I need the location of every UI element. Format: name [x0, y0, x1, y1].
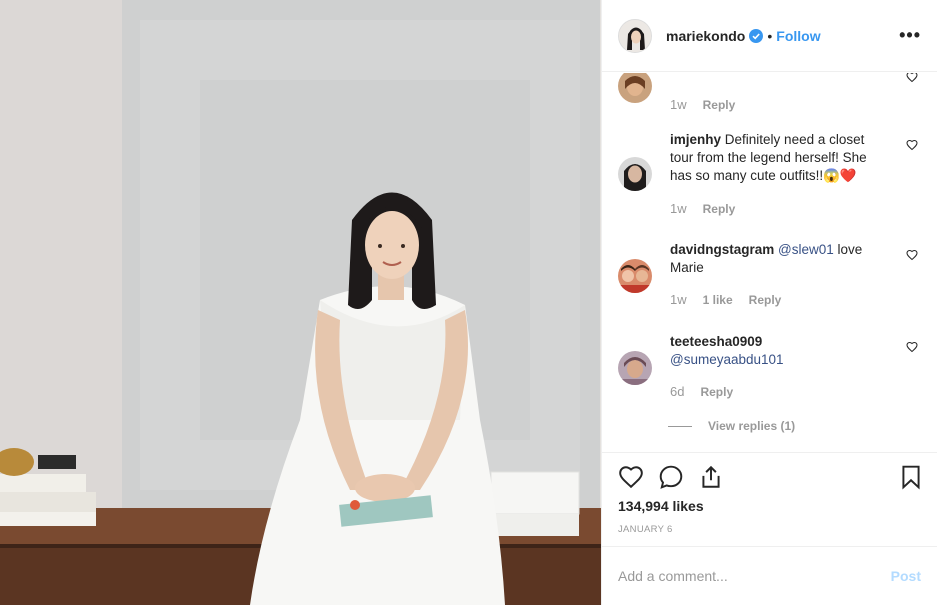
comment-username[interactable]: imjenhy: [670, 132, 721, 147]
commenter-avatar-image: [618, 157, 652, 191]
comment-meta: 1w Reply: [670, 201, 751, 216]
comment-username[interactable]: davidngstagram: [670, 242, 774, 257]
header-separator: •: [767, 27, 773, 44]
comment-item: teeteesha0909 @sumeyaabdu101 6d Reply: [618, 331, 918, 411]
verified-badge-icon: [749, 28, 764, 43]
commenter-avatar[interactable]: [618, 73, 652, 103]
reply-button[interactable]: Reply: [749, 293, 782, 307]
commenter-avatar[interactable]: [618, 157, 652, 191]
comment-item: 1w Reply: [618, 73, 918, 119]
comment-like-icon[interactable]: [906, 139, 918, 151]
comment-text: teeteesha0909 @sumeyaabdu101: [670, 333, 885, 369]
more-options-button[interactable]: •••: [899, 25, 921, 46]
comment-meta: 6d Reply: [670, 384, 749, 399]
comment-mention[interactable]: @sumeyaabdu101: [670, 352, 784, 367]
author-avatar[interactable]: [618, 18, 652, 53]
post-photo[interactable]: [0, 0, 601, 605]
reply-button[interactable]: Reply: [700, 385, 733, 399]
commenter-avatar-image: [618, 351, 652, 385]
reply-button[interactable]: Reply: [703, 98, 736, 112]
post-date[interactable]: JANUARY 6: [618, 524, 673, 535]
add-comment-input[interactable]: [618, 568, 891, 584]
commenter-avatar-image: [618, 259, 652, 293]
author-avatar-image: [619, 19, 651, 52]
post-actions: 134,994 likes JANUARY 6: [602, 452, 937, 546]
comment-like-icon[interactable]: [906, 73, 918, 83]
comment-likes-count[interactable]: 1 like: [703, 293, 733, 307]
photo-illustration: [0, 0, 601, 605]
view-replies-button[interactable]: View replies (1): [668, 419, 795, 433]
comment-text: davidngstagram @slew01 love Marie: [670, 241, 885, 277]
post-header: mariekondo • Follow •••: [602, 0, 937, 72]
comment-time: 6d: [670, 384, 685, 399]
post-comment-button[interactable]: Post: [891, 568, 921, 584]
commenter-avatar[interactable]: [618, 351, 652, 385]
commenter-avatar[interactable]: [618, 259, 652, 293]
comment-meta: 1w Reply: [670, 97, 751, 112]
post-side-panel: mariekondo • Follow ••• 1w Reply imjenhy…: [601, 0, 937, 605]
comment-time: 1w: [670, 292, 687, 307]
comment-time: 1w: [670, 97, 687, 112]
comment-like-icon[interactable]: [906, 341, 918, 353]
instagram-post-view: mariekondo • Follow ••• 1w Reply imjenhy…: [0, 0, 937, 605]
comment-text: imjenhy Definitely need a closet tour fr…: [670, 131, 885, 185]
share-icon[interactable]: [698, 464, 724, 490]
author-username[interactable]: mariekondo: [666, 28, 745, 44]
commenter-avatar-image: [618, 73, 652, 103]
add-comment-bar: Post: [602, 546, 937, 605]
comment-username[interactable]: teeteesha0909: [670, 333, 885, 351]
comment-bubble-icon[interactable]: [658, 464, 684, 490]
view-replies-label: View replies (1): [708, 419, 796, 433]
comments-list[interactable]: 1w Reply imjenhy Definitely need a close…: [602, 73, 937, 452]
comment-time: 1w: [670, 201, 687, 216]
action-icons-row: [618, 464, 922, 490]
reply-button[interactable]: Reply: [703, 202, 736, 216]
like-heart-icon[interactable]: [618, 464, 644, 490]
save-bookmark-icon[interactable]: [898, 464, 924, 490]
comment-like-icon[interactable]: [906, 249, 918, 261]
comment-meta: 1w 1 like Reply: [670, 292, 797, 307]
view-replies-line: [668, 425, 692, 427]
likes-count[interactable]: 134,994 likes: [618, 498, 704, 514]
comment-item: davidngstagram @slew01 love Marie 1w 1 l…: [618, 239, 918, 319]
follow-button[interactable]: Follow: [776, 28, 820, 44]
comment-item: imjenhy Definitely need a closet tour fr…: [618, 129, 918, 219]
comment-mention[interactable]: @slew01: [778, 242, 834, 257]
